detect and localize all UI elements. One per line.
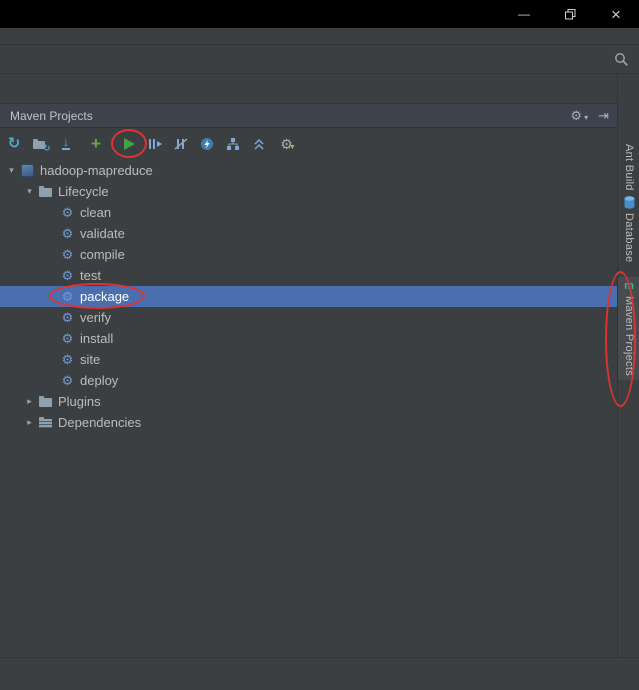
maven-goal-icon: ⚙	[61, 288, 74, 304]
search-icon	[614, 52, 629, 67]
tree-item-dependencies[interactable]: ▸ Dependencies	[0, 412, 617, 433]
maven-projects-panel: Maven Projects ⚙ ▾ ⇥ ↻ ↻ ↓ + ⚙ ▼ ▾ hadoo…	[0, 103, 617, 657]
collapse-arrow-icon[interactable]: ▸	[22, 417, 37, 428]
dropdown-arrow-icon[interactable]: ▾	[584, 113, 588, 122]
tree-item-hadoop-mapreduce[interactable]: ▾ hadoop-mapreduce	[0, 160, 617, 181]
close-icon: ×	[611, 4, 621, 24]
execute-goal-button[interactable]	[142, 131, 168, 157]
expand-arrow-icon[interactable]: ▾	[4, 165, 19, 176]
tree-item-label: validate	[80, 226, 125, 241]
show-dependencies-icon	[226, 137, 240, 151]
tree-item-label: test	[80, 268, 101, 283]
restore-icon	[564, 8, 576, 20]
right-tool-window-bar: Ant Build Database m Maven Projects	[617, 74, 639, 657]
tree-item-label: package	[80, 289, 130, 304]
maven-goal-icon: ⚙	[61, 330, 74, 346]
tab-label: Database	[623, 213, 635, 263]
title-bar: — ×	[0, 0, 639, 28]
panel-title: Maven Projects	[10, 108, 93, 123]
generate-sources-icon: ↻	[32, 137, 51, 153]
tab-maven-projects[interactable]: m Maven Projects	[618, 277, 639, 381]
maven-project-icon	[19, 164, 36, 177]
minimize-button[interactable]: —	[501, 0, 547, 28]
tree-item-install[interactable]: ⚙ install	[0, 328, 617, 349]
tree-item-site[interactable]: ⚙ site	[0, 349, 617, 370]
database-icon	[624, 196, 635, 209]
generate-sources-button[interactable]: ↻	[27, 131, 53, 157]
tree-item-label: Lifecycle	[58, 184, 109, 199]
plugins-folder-icon	[37, 396, 54, 407]
maven-goal-icon: ⚙	[61, 267, 74, 283]
maven-tree: ▾ hadoop-mapreduce ▾ Lifecycle ⚙ clean ⚙…	[0, 159, 617, 657]
maven-goal-icon: ⚙	[61, 204, 74, 220]
execute-goal-icon	[148, 137, 162, 151]
settings-gear-icon[interactable]: ⚙	[570, 109, 582, 122]
filter-funnel-icon: ▼	[288, 144, 296, 151]
menu-bar-strip	[0, 28, 639, 45]
tree-item-deploy[interactable]: ⚙ deploy	[0, 370, 617, 391]
tree-item-label: site	[80, 352, 101, 367]
run-build-icon	[123, 137, 135, 150]
maven-goal-icon: ⚙	[61, 372, 74, 388]
maven-goal-icon: ⚙	[61, 309, 74, 325]
tree-item-lifecycle[interactable]: ▾ Lifecycle	[0, 181, 617, 202]
tree-item-verify[interactable]: ⚙ verify	[0, 307, 617, 328]
collapse-all-button[interactable]	[246, 131, 272, 157]
tree-item-label: install	[80, 331, 114, 346]
maven-goal-icon: ⚙	[61, 225, 74, 241]
tree-item-label: Dependencies	[58, 415, 142, 430]
tab-label: Ant Build	[623, 144, 635, 191]
download-sources-icon: ↓	[62, 135, 70, 150]
panel-header: Maven Projects ⚙ ▾ ⇥	[0, 103, 617, 128]
lifecycle-folder-icon	[37, 186, 54, 197]
tree-item-label: Plugins	[58, 394, 101, 409]
tree-item-label: deploy	[80, 373, 119, 388]
tree-item-validate[interactable]: ⚙ validate	[0, 223, 617, 244]
workspace: Maven Projects ⚙ ▾ ⇥ ↻ ↻ ↓ + ⚙ ▼ ▾ hadoo…	[0, 74, 639, 690]
hide-panel-icon[interactable]: ⇥	[598, 109, 609, 122]
maven-icon: m	[624, 280, 634, 292]
show-dependencies-button[interactable]	[220, 131, 246, 157]
collapse-all-icon	[252, 137, 266, 151]
toggle-skip-tests-icon	[174, 137, 188, 151]
maven-settings-button[interactable]: ⚙ ▼	[277, 131, 303, 157]
tree-item-label: verify	[80, 310, 112, 325]
tree-item-label: hadoop-mapreduce	[40, 163, 153, 178]
toggle-offline-button[interactable]	[194, 131, 220, 157]
tree-item-test[interactable]: ⚙ test	[0, 265, 617, 286]
maven-goal-icon: ⚙	[61, 351, 74, 367]
tree-item-clean[interactable]: ⚙ clean	[0, 202, 617, 223]
tree-item-label: clean	[80, 205, 112, 220]
status-bar	[0, 657, 639, 690]
maven-goal-icon: ⚙	[61, 246, 74, 262]
dependencies-folder-icon	[37, 417, 54, 428]
search-button[interactable]	[611, 49, 631, 69]
tree-item-compile[interactable]: ⚙ compile	[0, 244, 617, 265]
add-maven-project-icon: +	[91, 133, 101, 153]
reimport-button[interactable]: ↻	[1, 131, 27, 157]
minimize-icon: —	[518, 7, 530, 21]
restore-button[interactable]	[547, 0, 593, 28]
maven-toolbar: ↻ ↻ ↓ + ⚙ ▼	[0, 128, 617, 159]
sync-overlay-icon: ↻	[42, 143, 51, 153]
toggle-skip-tests-button[interactable]	[168, 131, 194, 157]
run-build-button[interactable]	[116, 131, 142, 157]
navigation-bar-strip	[0, 45, 639, 74]
toggle-offline-icon	[200, 137, 214, 151]
tree-item-plugins[interactable]: ▸ Plugins	[0, 391, 617, 412]
tab-ant-build[interactable]: Ant Build	[618, 144, 639, 191]
add-maven-project-button[interactable]: +	[83, 131, 109, 157]
download-sources-button[interactable]: ↓	[53, 131, 79, 157]
tab-label: Maven Projects	[623, 296, 635, 377]
tree-item-package[interactable]: ⚙ package	[0, 286, 617, 307]
panel-header-icons: ⚙ ▾ ⇥	[570, 109, 609, 122]
tab-database[interactable]: Database	[618, 196, 639, 263]
application-window: — × Maven Projects ⚙ ▾ ⇥ ↻ ↻ ↓ + ⚙ ▼ ▾ h…	[0, 0, 639, 690]
close-button[interactable]: ×	[593, 0, 639, 28]
reimport-icon: ↻	[7, 135, 21, 152]
tree-item-label: compile	[80, 247, 125, 262]
expand-arrow-icon[interactable]: ▾	[22, 186, 37, 197]
collapse-arrow-icon[interactable]: ▸	[22, 396, 37, 407]
